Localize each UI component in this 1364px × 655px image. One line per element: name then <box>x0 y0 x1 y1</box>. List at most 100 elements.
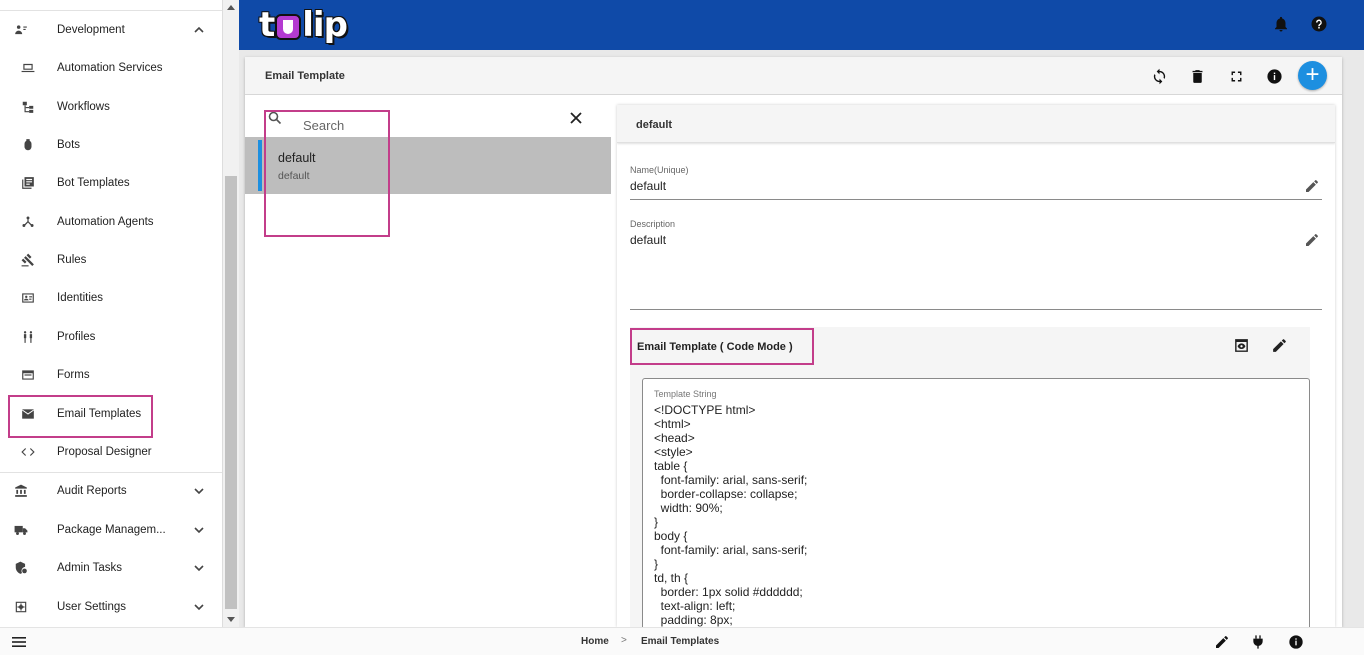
mail-icon <box>20 406 36 422</box>
sidebar-item-audit-reports[interactable]: Audit Reports <box>0 472 222 510</box>
people-icon <box>20 329 36 345</box>
sidebar-item-automation-services[interactable]: Automation Services <box>0 49 222 87</box>
search-bar <box>263 109 608 137</box>
scrollbar-thumb[interactable] <box>225 176 237 609</box>
help-icon[interactable] <box>1310 15 1328 33</box>
sidebar-item-label: Development <box>57 24 125 36</box>
sidebar-item-profiles[interactable]: Profiles <box>0 318 222 356</box>
template-list-pane: default default <box>245 95 611 627</box>
name-field-label: Name(Unique) <box>630 165 689 175</box>
preview-icon[interactable] <box>1233 337 1251 355</box>
truck-icon <box>13 522 29 538</box>
detail-title: default <box>636 119 673 131</box>
bottom-bar: Home > Email Templates <box>0 627 1364 655</box>
settings-box-icon <box>13 599 29 615</box>
breadcrumb-current: Email Templates <box>641 636 720 647</box>
sidebar-item-forms[interactable]: Forms <box>0 356 222 394</box>
sidebar-item-label: Bots <box>57 139 81 151</box>
refresh-icon[interactable] <box>1149 66 1169 86</box>
sidebar: Development Automation Services Workflow… <box>0 0 223 627</box>
bell-icon[interactable] <box>1272 15 1290 33</box>
people-code-icon <box>13 22 29 38</box>
sidebar-item-rules[interactable]: Rules <box>0 241 222 279</box>
chevron-down-icon[interactable] <box>192 561 206 575</box>
top-app-bar: t lip <box>239 0 1364 50</box>
sidebar-item-label: Identities <box>57 292 104 304</box>
template-detail-pane: default Name(Unique) default Description… <box>617 105 1335 627</box>
sidebar-item-label: Admin Tasks <box>57 562 122 574</box>
template-code-text[interactable]: <!DOCTYPE html> <html> <head> <style> ta… <box>654 403 807 627</box>
description-field-label: Description <box>630 219 676 229</box>
menu-icon[interactable] <box>12 636 26 648</box>
fullscreen-icon[interactable] <box>1226 66 1246 86</box>
detail-header: default <box>617 105 1335 143</box>
name-field[interactable]: default <box>630 179 666 193</box>
app-logo[interactable]: t lip <box>259 5 348 45</box>
plug-icon[interactable] <box>1250 634 1267 651</box>
bot-icon <box>20 137 36 153</box>
workflow-icon <box>20 99 36 115</box>
sidebar-item-label: Automation Agents <box>57 216 154 228</box>
page-title: Email Template <box>265 70 345 82</box>
plus-icon: + <box>1305 60 1320 88</box>
list-item-subtitle: default <box>278 170 310 182</box>
id-card-icon <box>20 290 36 306</box>
sidebar-item-label: Bot Templates <box>57 177 130 189</box>
close-icon[interactable] <box>569 111 583 125</box>
email-template-card: Email Template + default default default… <box>245 57 1342 627</box>
template-string-editor[interactable]: Template String <!DOCTYPE html> <html> <… <box>642 378 1310 627</box>
sidebar-item-user-settings[interactable]: User Settings <box>0 588 222 626</box>
sidebar-item-label: User Settings <box>57 601 127 613</box>
add-button[interactable]: + <box>1298 61 1327 90</box>
code-icon <box>20 444 36 460</box>
sidebar-item-label: Automation Services <box>57 62 163 74</box>
card-header: Email Template + <box>245 57 1342 95</box>
sidebar-item-development[interactable]: Development <box>0 11 222 49</box>
sidebar-item-bots[interactable]: Bots <box>0 126 222 164</box>
delete-icon[interactable] <box>1187 66 1207 86</box>
logo-text-start: t <box>259 5 275 45</box>
bank-icon <box>13 483 29 499</box>
breadcrumb-home[interactable]: Home <box>581 636 609 647</box>
template-section-title: Email Template ( Code Mode ) <box>637 341 793 353</box>
sidebar-item-label: Workflows <box>57 101 110 113</box>
scroll-up-arrow-icon[interactable] <box>227 5 235 10</box>
library-icon <box>20 175 36 191</box>
sidebar-item-admin-tasks[interactable]: Admin Tasks <box>0 549 222 587</box>
chevron-down-icon[interactable] <box>192 523 206 537</box>
sidebar-item-label: Profiles <box>57 331 96 343</box>
sidebar-item-automation-agents[interactable]: Automation Agents <box>0 203 222 241</box>
sidebar-item-label: Audit Reports <box>57 485 127 497</box>
sidebar-item-identities[interactable]: Identities <box>0 279 222 317</box>
template-string-label: Template String <box>654 389 717 399</box>
pencil-icon[interactable] <box>1214 634 1231 651</box>
search-input[interactable] <box>301 114 561 136</box>
gavel-icon <box>20 252 36 268</box>
info-icon[interactable] <box>1264 66 1284 86</box>
sidebar-item-workflows[interactable]: Workflows <box>0 88 222 126</box>
scroll-down-arrow-icon[interactable] <box>227 617 235 622</box>
list-item-title: default <box>278 151 316 165</box>
search-icon <box>268 111 282 125</box>
sidebar-item-label: Proposal Designer <box>57 446 152 458</box>
sidebar-item-package-management[interactable]: Package Managem... <box>0 511 222 549</box>
chevron-down-icon[interactable] <box>192 484 206 498</box>
admin-shield-icon <box>13 560 29 576</box>
breadcrumb-separator: > <box>621 635 627 646</box>
chevron-down-icon[interactable] <box>192 600 206 614</box>
edit-template-icon[interactable] <box>1271 337 1289 355</box>
sidebar-item-proposal-designer[interactable]: Proposal Designer <box>0 433 222 471</box>
description-field[interactable]: default <box>630 233 666 247</box>
logo-text-end: lip <box>302 5 348 45</box>
email-template-section: Email Template ( Code Mode ) Template St… <box>630 327 1310 627</box>
sidebar-item-email-templates[interactable]: Email Templates <box>0 395 222 433</box>
hub-icon <box>20 214 36 230</box>
sidebar-scrollbar[interactable] <box>223 0 239 627</box>
sidebar-item-bot-templates[interactable]: Bot Templates <box>0 164 222 202</box>
edit-name-icon[interactable] <box>1304 178 1322 196</box>
info-icon[interactable] <box>1288 634 1305 651</box>
list-item[interactable]: default default <box>245 137 611 194</box>
sidebar-item-label: Email Templates <box>57 408 142 420</box>
chevron-up-icon[interactable] <box>192 23 206 37</box>
edit-description-icon[interactable] <box>1304 232 1322 250</box>
